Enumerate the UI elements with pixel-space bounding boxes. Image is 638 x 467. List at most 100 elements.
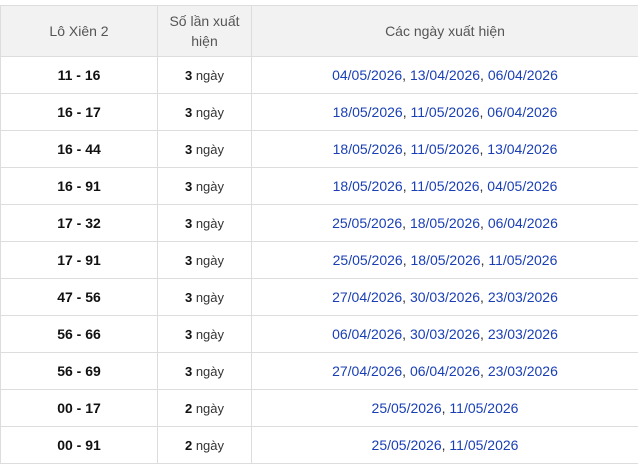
table-header-row: Lô Xiên 2 Số lần xuất hiện Các ngày xuất… [0, 5, 638, 57]
date-link[interactable]: 25/05/2026 [332, 215, 402, 231]
table-row: 00 - 17 2 ngày 25/05/2026, 11/05/2026 [0, 389, 638, 427]
date-link[interactable]: 11/05/2026 [410, 104, 479, 120]
lo-xien-table: Lô Xiên 2 Số lần xuất hiện Các ngày xuất… [0, 5, 638, 464]
date-link[interactable]: 18/05/2026 [410, 252, 480, 268]
count-cell: 3 ngày [157, 167, 252, 205]
count-suffix: ngày [192, 104, 225, 120]
count-suffix: ngày [192, 252, 225, 268]
date-link[interactable]: 11/05/2026 [410, 178, 479, 194]
date-link[interactable]: 27/04/2026 [332, 289, 402, 305]
count-cell: 2 ngày [157, 389, 252, 427]
count-cell: 3 ngày [157, 56, 252, 94]
date-link[interactable]: 25/05/2026 [372, 437, 442, 453]
date-link[interactable]: 18/05/2026 [410, 215, 480, 231]
date-separator: , [480, 326, 488, 342]
table-row: 16 - 44 3 ngày 18/05/2026, 11/05/2026, 13/… [0, 130, 638, 168]
count-suffix: ngày [192, 67, 225, 83]
date-link[interactable]: 06/04/2026 [410, 363, 480, 379]
dates-cell: 18/05/2026, 11/05/2026, 06/04/2026 [251, 93, 638, 131]
count-suffix: ngày [192, 289, 225, 305]
dates-cell: 18/05/2026, 11/05/2026, 13/04/2026 [251, 130, 638, 168]
date-link[interactable]: 13/04/2026 [487, 141, 557, 157]
pair-cell: 47 - 56 [0, 278, 158, 316]
date-link[interactable]: 04/05/2026 [487, 178, 557, 194]
date-link[interactable]: 11/05/2026 [488, 252, 557, 268]
pair-cell: 17 - 91 [0, 241, 158, 279]
count-suffix: ngày [192, 437, 225, 453]
pair-cell: 56 - 69 [0, 352, 158, 390]
count-cell: 3 ngày [157, 352, 252, 390]
dates-cell: 18/05/2026, 11/05/2026, 04/05/2026 [251, 167, 638, 205]
date-separator: , [480, 215, 488, 231]
count-cell: 3 ngày [157, 93, 252, 131]
dates-cell: 25/05/2026, 18/05/2026, 06/04/2026 [251, 204, 638, 242]
header-dates: Các ngày xuất hiện [251, 5, 638, 57]
count-cell: 3 ngày [157, 241, 252, 279]
header-count: Số lần xuất hiện [157, 5, 252, 57]
count-suffix: ngày [192, 178, 225, 194]
pair-cell: 11 - 16 [0, 56, 158, 94]
date-link[interactable]: 13/04/2026 [410, 67, 480, 83]
dates-cell: 27/04/2026, 06/04/2026, 23/03/2026 [251, 352, 638, 390]
pair-cell: 16 - 17 [0, 93, 158, 131]
date-link[interactable]: 06/04/2026 [332, 326, 402, 342]
date-separator: , [402, 215, 410, 231]
date-link[interactable]: 06/04/2026 [487, 104, 557, 120]
date-link[interactable]: 06/04/2026 [488, 67, 558, 83]
count-cell: 3 ngày [157, 130, 252, 168]
dates-cell: 25/05/2026, 11/05/2026 [251, 426, 638, 464]
table-row: 47 - 56 3 ngày 27/04/2026, 30/03/2026, 23/… [0, 278, 638, 316]
table-row: 16 - 91 3 ngày 18/05/2026, 11/05/2026, 04/… [0, 167, 638, 205]
date-link[interactable]: 25/05/2026 [372, 400, 442, 416]
table-body: 11 - 16 3 ngày 04/05/2026, 13/04/2026, 06/… [0, 56, 638, 464]
date-link[interactable]: 23/03/2026 [488, 363, 558, 379]
date-separator: , [480, 67, 488, 83]
date-link[interactable]: 23/03/2026 [488, 289, 558, 305]
date-link[interactable]: 23/03/2026 [488, 326, 558, 342]
count-suffix: ngày [192, 363, 225, 379]
date-link[interactable]: 06/04/2026 [488, 215, 558, 231]
date-link[interactable]: 11/05/2026 [449, 437, 518, 453]
dates-cell: 27/04/2026, 30/03/2026, 23/03/2026 [251, 278, 638, 316]
pair-cell: 00 - 17 [0, 389, 158, 427]
count-cell: 3 ngày [157, 278, 252, 316]
count-cell: 3 ngày [157, 315, 252, 353]
date-link[interactable]: 04/05/2026 [332, 67, 402, 83]
date-separator: , [402, 363, 410, 379]
pair-cell: 17 - 32 [0, 204, 158, 242]
date-link[interactable]: 11/05/2026 [410, 141, 479, 157]
count-cell: 3 ngày [157, 204, 252, 242]
date-link[interactable]: 18/05/2026 [333, 141, 403, 157]
pair-cell: 56 - 66 [0, 315, 158, 353]
date-link[interactable]: 25/05/2026 [333, 252, 403, 268]
table-row: 17 - 91 3 ngày 25/05/2026, 18/05/2026, 11/… [0, 241, 638, 279]
date-separator: , [480, 363, 488, 379]
date-separator: , [480, 289, 488, 305]
date-link[interactable]: 18/05/2026 [333, 104, 403, 120]
dates-cell: 04/05/2026, 13/04/2026, 06/04/2026 [251, 56, 638, 94]
table-row: 00 - 91 2 ngày 25/05/2026, 11/05/2026 [0, 426, 638, 464]
date-link[interactable]: 30/03/2026 [410, 289, 480, 305]
date-link[interactable]: 18/05/2026 [333, 178, 403, 194]
table-row: 17 - 32 3 ngày 25/05/2026, 18/05/2026, 06/… [0, 204, 638, 242]
table-row: 16 - 17 3 ngày 18/05/2026, 11/05/2026, 06/… [0, 93, 638, 131]
count-suffix: ngày [192, 141, 225, 157]
date-separator: , [402, 289, 410, 305]
date-separator: , [402, 326, 410, 342]
dates-cell: 25/05/2026, 18/05/2026, 11/05/2026 [251, 241, 638, 279]
pair-cell: 16 - 91 [0, 167, 158, 205]
date-link[interactable]: 27/04/2026 [332, 363, 402, 379]
dates-cell: 06/04/2026, 30/03/2026, 23/03/2026 [251, 315, 638, 353]
table-row: 56 - 66 3 ngày 06/04/2026, 30/03/2026, 23/… [0, 315, 638, 353]
header-pair: Lô Xiên 2 [0, 5, 158, 57]
date-link[interactable]: 11/05/2026 [449, 400, 518, 416]
date-link[interactable]: 30/03/2026 [410, 326, 480, 342]
dates-cell: 25/05/2026, 11/05/2026 [251, 389, 638, 427]
count-cell: 2 ngày [157, 426, 252, 464]
count-suffix: ngày [192, 215, 225, 231]
pair-cell: 00 - 91 [0, 426, 158, 464]
table-row: 56 - 69 3 ngày 27/04/2026, 06/04/2026, 23/… [0, 352, 638, 390]
date-separator: , [402, 67, 410, 83]
count-suffix: ngày [192, 326, 225, 342]
pair-cell: 16 - 44 [0, 130, 158, 168]
